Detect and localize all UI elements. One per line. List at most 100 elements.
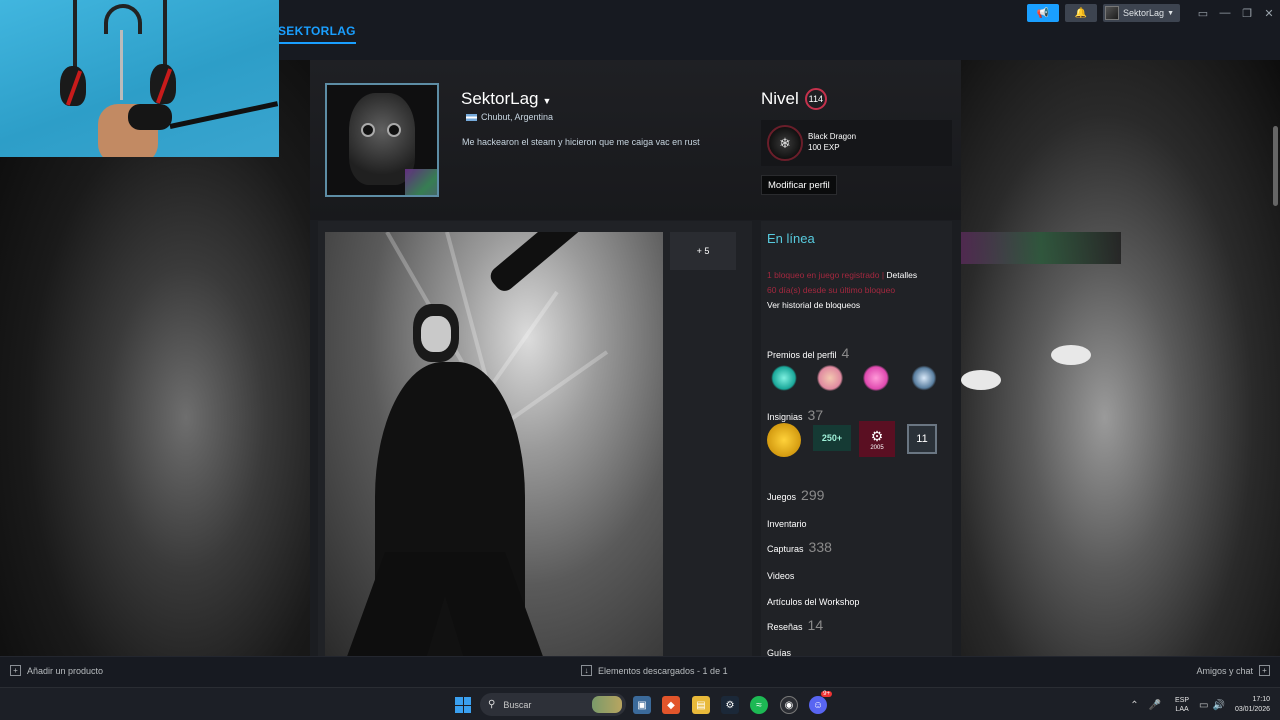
years-service-badge-icon[interactable]: 11 (907, 424, 937, 454)
file-explorer-icon[interactable]: ▤ (692, 696, 710, 714)
ban-status: 1 bloqueo en juego registrado | Detalles (767, 270, 917, 280)
account-name: SektorLag (1123, 8, 1165, 18)
plus-icon: + (10, 665, 21, 676)
edit-profile-button[interactable]: Modificar perfil (761, 175, 837, 195)
games-link[interactable]: Juegos 299 (767, 487, 824, 503)
minimize-icon[interactable]: — (1214, 7, 1236, 19)
profile-name: SektorLag (461, 89, 539, 108)
top-right-controls: 📢 🔔 SektorLag ▼ ▭ — ❐ ✕ (1027, 3, 1280, 23)
profile-name-row[interactable]: SektorLag ▼ (461, 89, 551, 109)
reviews-link[interactable]: Reseñas 14 (767, 617, 823, 633)
reviews-label: Reseñas (767, 622, 803, 632)
megaphone-icon: 📢 (1036, 7, 1050, 19)
downloads-button[interactable]: ↓ Elementos descargados - 1 de 1 (581, 665, 728, 676)
system-tray: ⌃ 🎤 ESP LAA ▭ 🔊 17:10 03/01/2026 (1120, 693, 1270, 717)
profile-summary: Me hackearon el steam y hicieron que me … (462, 137, 700, 147)
clock-time: 17:10 (1252, 696, 1270, 703)
featured-badge[interactable]: ❄ Black Dragon 100 EXP (761, 120, 952, 166)
profile-level: Nivel 114 (761, 88, 827, 110)
location-text: Chubut, Argentina (481, 112, 554, 122)
tab-profile[interactable]: SEKTORLAG (278, 24, 356, 44)
page-scrollbar[interactable] (1273, 126, 1278, 206)
windows-start-icon[interactable] (455, 697, 471, 713)
profile-avatar[interactable] (325, 83, 439, 197)
featured-badge-xp: 100 EXP (808, 143, 840, 152)
more-screenshots-button[interactable]: + 5 (670, 232, 736, 270)
heart-award-icon[interactable] (863, 365, 889, 391)
badge-250-icon[interactable]: 250+ (813, 425, 851, 451)
workshop-link[interactable]: Artículos del Workshop (767, 597, 859, 607)
friends-chat-button[interactable]: Amigos y chat + (1196, 665, 1270, 676)
background-glitch (961, 232, 1121, 264)
ban-count-text: 1 bloqueo en juego registrado (767, 270, 880, 280)
avatar-frame-decoration (405, 169, 437, 195)
network-icon[interactable]: ▭ (1199, 700, 1208, 711)
keyboard-layout: LAA (1175, 706, 1189, 713)
account-menu[interactable]: SektorLag ▼ (1103, 4, 1180, 22)
background-eye (961, 370, 1001, 390)
videos-link[interactable]: Videos (767, 571, 794, 581)
webcam-overlay (0, 0, 279, 157)
clock[interactable]: 17:10 03/01/2026 (1235, 695, 1270, 715)
videos-label: Videos (767, 571, 795, 581)
workshop-label: Artículos del Workshop (767, 597, 860, 607)
headphones (104, 4, 142, 34)
globe-award-icon[interactable] (911, 365, 937, 391)
cable (120, 30, 123, 100)
chevron-up-icon[interactable]: ⌃ (1130, 700, 1138, 711)
obs-app-icon[interactable]: ◉ (780, 696, 798, 714)
showcase-screenshot[interactable] (325, 232, 663, 656)
ban-history-link[interactable]: Ver historial de bloqueos (767, 300, 860, 310)
comet-award-icon[interactable] (771, 365, 797, 391)
baby-award-icon[interactable] (817, 365, 843, 391)
level-label: Nivel (761, 89, 799, 108)
windows-taskbar: ⚲ Buscar ▣ ◆ ▤ ⚙ ≈ ◉ ☺ 9+ ⌃ 🎤 ESP LAA ▭ … (0, 687, 1280, 720)
performer-face (421, 316, 451, 352)
avatar (1105, 6, 1120, 20)
volume-icon[interactable]: 🔊 (1213, 700, 1225, 711)
taskbar-search[interactable]: ⚲ Buscar (480, 693, 626, 716)
guides-label: Guías (767, 648, 792, 656)
restore-icon[interactable]: ❐ (1236, 7, 1258, 20)
add-product-button[interactable]: + Añadir un producto (10, 665, 103, 676)
discord-app-icon[interactable]: ☺ 9+ (809, 691, 832, 714)
downloads-label: Elementos descargados - 1 de 1 (598, 665, 728, 676)
announcements-button[interactable]: 📢 (1027, 4, 1060, 22)
photos-app-icon[interactable]: ▣ (633, 696, 651, 714)
screenshot-showcase: + 5 (318, 221, 752, 656)
guides-link[interactable]: Guías (767, 648, 791, 656)
big-picture-icon[interactable]: ▭ (1192, 7, 1214, 20)
close-icon[interactable]: ✕ (1258, 7, 1280, 20)
badges-link[interactable]: Insignias 37 (767, 407, 823, 423)
chevron-down-icon: ▼ (1167, 9, 1174, 17)
chat-icon: + (1259, 665, 1270, 676)
notifications-button[interactable]: 🔔 (1065, 4, 1098, 22)
screenshots-count: 338 (808, 539, 832, 555)
profile-location: Chubut, Argentina (466, 112, 553, 122)
online-status: En línea (767, 231, 815, 246)
ban-details-link[interactable]: Detalles (886, 270, 917, 280)
guitar-neck (73, 0, 77, 70)
profile-awards-link[interactable]: Premios del perfil 4 (767, 345, 849, 361)
steam-years-badge-year: 2005 (870, 444, 884, 451)
spotify-app-icon[interactable]: ≈ (750, 696, 768, 714)
profile-page: SektorLag ▼ Chubut, Argentina Me hackear… (310, 60, 961, 656)
microphone-icon[interactable]: 🎤 (1149, 700, 1161, 711)
coin-badge-icon[interactable] (767, 423, 801, 457)
screenshots-link[interactable]: Capturas 338 (767, 539, 832, 555)
inventory-link[interactable]: Inventario (767, 519, 807, 529)
avatar-eye (387, 123, 401, 137)
games-count: 299 (801, 487, 825, 503)
steam-years-badge-icon[interactable]: ⚙ 2005 (859, 421, 895, 457)
screenshots-label: Capturas (767, 544, 804, 554)
background-eye (1051, 345, 1091, 365)
language-indicator[interactable]: ESP LAA (1175, 696, 1189, 714)
add-product-label: Añadir un producto (27, 665, 104, 676)
download-icon: ↓ (581, 665, 592, 676)
avatar-eye (361, 123, 375, 137)
badges-label: Insignias (767, 412, 803, 422)
brave-browser-icon[interactable]: ◆ (662, 696, 680, 714)
steam-app-icon[interactable]: ⚙ (721, 696, 739, 714)
level-badge[interactable]: 114 (804, 88, 827, 110)
performer-arm (486, 232, 611, 295)
